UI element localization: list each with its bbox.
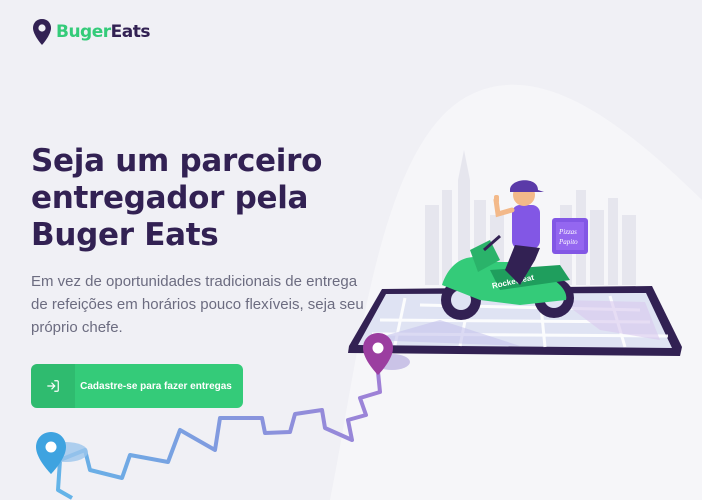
- hero-description: Em vez de oportunidades tradicionais de …: [31, 273, 364, 336]
- cta-icon-box: [31, 364, 75, 408]
- brand-name-part1: Buger: [56, 22, 111, 42]
- brand-name-part2: Eats: [110, 22, 151, 42]
- hero-title: Seja um parceiro entregador pela Buger E…: [31, 143, 323, 253]
- signup-button-label: Cadastre-se para fazer entregas: [80, 380, 232, 392]
- brand-logo[interactable]: BugerEats: [32, 18, 151, 46]
- log-in-icon: [47, 380, 59, 392]
- map-pin-logo-icon: [33, 19, 51, 45]
- signup-button[interactable]: Cadastre-se para fazer entregas: [31, 364, 243, 408]
- brand-name: BugerEats: [56, 22, 151, 42]
